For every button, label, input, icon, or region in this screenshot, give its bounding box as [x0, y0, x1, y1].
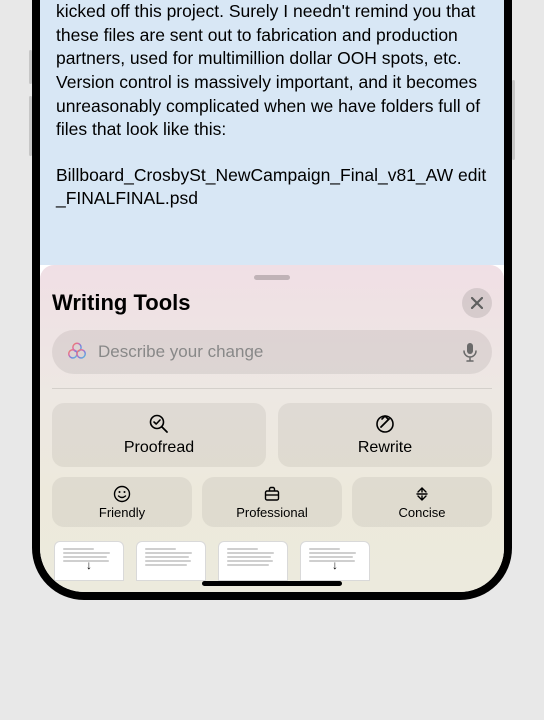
professional-label: Professional [236, 505, 308, 520]
smile-icon [113, 485, 131, 503]
volume-down-button [29, 96, 32, 156]
home-indicator[interactable] [202, 581, 342, 586]
writing-tools-sheet: Writing Tools [40, 265, 504, 592]
rewrite-icon [374, 413, 396, 435]
tool-row-secondary: Friendly Professional Concise [52, 477, 492, 527]
document-template-4[interactable]: ↓ [300, 541, 370, 581]
concise-icon [413, 485, 431, 503]
close-icon [471, 297, 483, 309]
professional-button[interactable]: Professional [202, 477, 342, 527]
concise-button[interactable]: Concise [352, 477, 492, 527]
briefcase-icon [263, 485, 281, 503]
doc-lines-icon [227, 548, 279, 566]
divider [52, 388, 492, 389]
sheet-title: Writing Tools [52, 290, 191, 316]
friendly-label: Friendly [99, 505, 145, 520]
describe-change-input[interactable] [98, 342, 462, 362]
document-template-1[interactable]: ↓ [54, 541, 124, 581]
tool-row-primary: Proofread Rewrite [52, 403, 492, 467]
proofread-label: Proofread [124, 439, 194, 457]
proofread-button[interactable]: Proofread [52, 403, 266, 467]
rewrite-button[interactable]: Rewrite [278, 403, 492, 467]
document-templates-row: ↓ [52, 541, 492, 581]
arrow-down-icon: ↓ [86, 558, 92, 572]
phone-screen: kicked off this project. Surely I needn'… [40, 0, 504, 592]
apple-intelligence-icon [66, 341, 88, 363]
email-body-text: kicked off this project. Surely I needn'… [56, 0, 488, 142]
sheet-header: Writing Tools [52, 288, 492, 318]
email-content[interactable]: kicked off this project. Surely I needn'… [40, 0, 504, 265]
friendly-button[interactable]: Friendly [52, 477, 192, 527]
document-template-2[interactable] [136, 541, 206, 581]
phone-frame: kicked off this project. Surely I needn'… [32, 0, 512, 600]
microphone-icon[interactable] [462, 342, 478, 362]
rewrite-label: Rewrite [358, 439, 412, 457]
magnifier-check-icon [148, 413, 170, 435]
concise-label: Concise [399, 505, 446, 520]
document-template-3[interactable] [218, 541, 288, 581]
doc-lines-icon [145, 548, 197, 566]
email-filename-text: Billboard_CrosbySt_NewCampaign_Final_v81… [56, 164, 488, 211]
arrow-down-icon: ↓ [332, 558, 338, 572]
close-button[interactable] [462, 288, 492, 318]
sheet-grabber[interactable] [254, 275, 290, 280]
describe-change-input-bar[interactable] [52, 330, 492, 374]
volume-up-button [29, 50, 32, 84]
power-button [512, 80, 515, 160]
